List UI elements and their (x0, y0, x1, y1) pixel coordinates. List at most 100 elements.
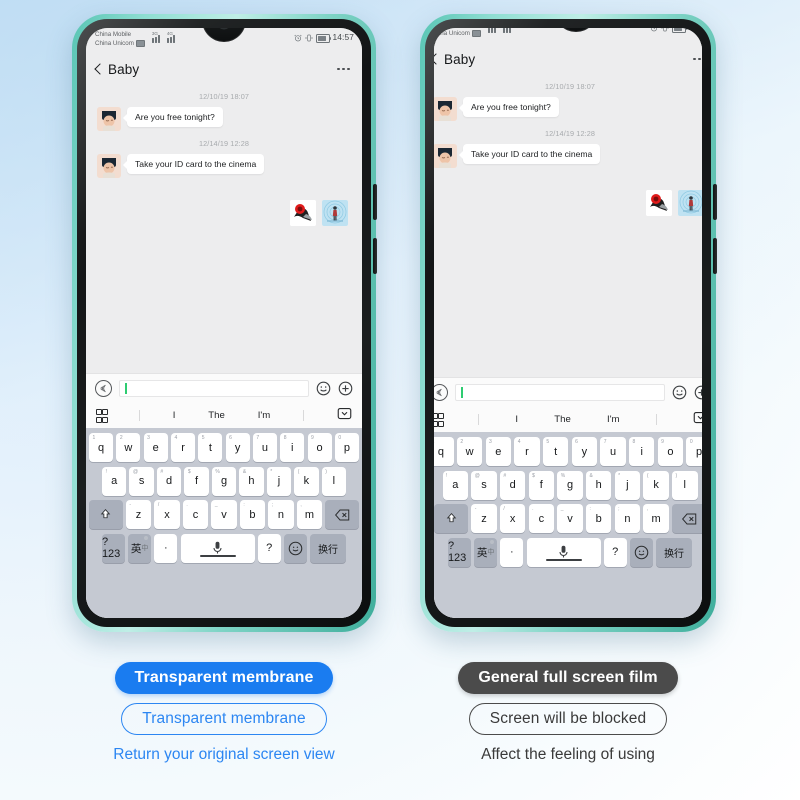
hide-keyboard-icon-left[interactable] (337, 407, 352, 425)
key-t[interactable]: 5t (542, 437, 569, 466)
key-language-switch[interactable]: 英中 (128, 533, 152, 563)
keyboard-grid-icon-right[interactable] (434, 412, 444, 427)
suggestion-word[interactable]: I (173, 410, 176, 421)
emoji-icon-right[interactable] (672, 385, 687, 400)
sticker-blue-person-icon[interactable] (322, 200, 348, 226)
key-j[interactable]: * j (266, 466, 292, 496)
key-b[interactable]: :b (585, 504, 612, 534)
key-l[interactable]: ) l (672, 470, 698, 500)
key-n[interactable]: ; n (614, 504, 641, 534)
key-x[interactable]: / x (499, 504, 526, 534)
key-m[interactable]: ,m (296, 500, 323, 530)
sticker-blue-person-icon[interactable] (678, 190, 702, 216)
key-y[interactable]: 6y (571, 437, 598, 466)
key-g[interactable]: % g (557, 470, 583, 500)
key-a[interactable]: ! a (101, 466, 127, 496)
key-h[interactable]: & h (239, 466, 264, 496)
shift-icon[interactable] (89, 500, 123, 530)
key-j[interactable]: * j (614, 470, 641, 500)
sticker-red-figure-icon[interactable] (646, 190, 672, 216)
key-i[interactable]: 8i (280, 433, 305, 462)
key-d[interactable]: # d (499, 470, 526, 500)
add-icon-right[interactable] (694, 385, 702, 400)
key-z[interactable]: -z (471, 504, 497, 534)
volume-down-button-right[interactable] (713, 238, 717, 274)
key-c[interactable]: .c (528, 504, 555, 534)
key-t[interactable]: 5t (198, 433, 223, 462)
key-y[interactable]: 6y (225, 433, 250, 462)
key-e[interactable]: 3e (143, 433, 168, 462)
key-period[interactable]: · (154, 533, 178, 563)
key-f[interactable]: $ f (528, 470, 555, 500)
back-button-left[interactable]: Baby (94, 62, 139, 77)
key-v[interactable]: _ v (211, 500, 237, 530)
avatar[interactable] (434, 97, 457, 121)
key-r[interactable]: 4r (514, 437, 540, 466)
key-m[interactable]: ,m (643, 504, 669, 534)
keyboard-grid-icon-left[interactable] (96, 408, 108, 423)
key-f[interactable]: $ f (184, 466, 209, 496)
key-return[interactable]: 换行 (310, 533, 347, 563)
message-input-left[interactable] (119, 380, 309, 397)
key-k[interactable]: (k (643, 470, 669, 500)
key-w[interactable]: 2w (116, 433, 141, 462)
key-question[interactable]: ? (603, 537, 627, 567)
voice-input-icon-right[interactable] (434, 384, 448, 401)
emoji-icon-left[interactable] (316, 381, 331, 396)
key-p[interactable]: 0p (334, 433, 359, 462)
suggestion-word[interactable]: I'm (258, 410, 271, 421)
key-o[interactable]: 9o (657, 437, 684, 466)
key-h[interactable]: & h (585, 470, 612, 500)
key-s[interactable]: @ s (471, 470, 497, 500)
emoji-key-icon[interactable] (283, 533, 307, 563)
avatar[interactable] (97, 107, 121, 131)
avatar[interactable] (434, 144, 457, 168)
suggestion-word[interactable]: The (208, 410, 225, 421)
key-k[interactable]: (k (294, 466, 319, 496)
emoji-key-icon[interactable] (629, 537, 653, 567)
message-bubble[interactable]: Are you free tonight? (123, 107, 223, 127)
key-d[interactable]: # d (156, 466, 182, 496)
backspace-icon[interactable] (325, 500, 360, 530)
shift-icon[interactable] (434, 504, 468, 534)
key-o[interactable]: 9o (307, 433, 332, 462)
volume-down-button-left[interactable] (373, 238, 377, 274)
key-numbers[interactable]: ?123 (101, 533, 125, 563)
message-bubble[interactable]: Are you free tonight? (459, 97, 559, 117)
key-r[interactable]: 4r (170, 433, 196, 462)
key-numbers[interactable]: ?123 (447, 537, 471, 567)
key-i[interactable]: 8i (628, 437, 655, 466)
key-language-switch[interactable]: 英中 (474, 537, 498, 567)
key-u[interactable]: 7u (252, 433, 278, 462)
message-bubble[interactable]: Take your ID card to the cinema (458, 144, 601, 164)
suggestion-word[interactable]: I (515, 414, 518, 425)
key-w[interactable]: 2w (456, 437, 483, 466)
key-period[interactable]: · (500, 537, 524, 567)
key-return[interactable]: 换行 (656, 537, 693, 567)
more-options-icon-right[interactable] (693, 57, 702, 61)
back-button-right[interactable]: Baby (434, 52, 475, 67)
key-a[interactable]: ! a (442, 470, 468, 500)
key-e[interactable]: 3e (485, 437, 512, 466)
key-c[interactable]: .c (182, 500, 209, 530)
suggestion-word[interactable]: The (554, 414, 571, 425)
more-options-icon-left[interactable] (337, 67, 350, 71)
key-space[interactable] (526, 537, 601, 567)
sticker-red-figure-icon[interactable] (290, 200, 316, 226)
voice-input-icon-left[interactable] (95, 380, 112, 397)
key-l[interactable]: ) l (321, 466, 347, 496)
message-bubble[interactable]: Take your ID card to the cinema (122, 154, 265, 174)
key-p[interactable]: 0p (686, 437, 702, 466)
key-q[interactable]: 1q (89, 433, 114, 462)
key-space[interactable] (180, 533, 255, 563)
key-x[interactable]: / x (154, 500, 180, 530)
avatar[interactable] (97, 154, 121, 178)
hide-keyboard-icon-right[interactable] (693, 411, 702, 429)
key-n[interactable]: ; n (268, 500, 294, 530)
message-input-right[interactable] (455, 384, 665, 401)
key-question[interactable]: ? (257, 533, 281, 563)
key-b[interactable]: :b (239, 500, 266, 530)
key-g[interactable]: % g (211, 466, 237, 496)
volume-up-button-left[interactable] (373, 184, 377, 220)
key-u[interactable]: 7u (600, 437, 626, 466)
